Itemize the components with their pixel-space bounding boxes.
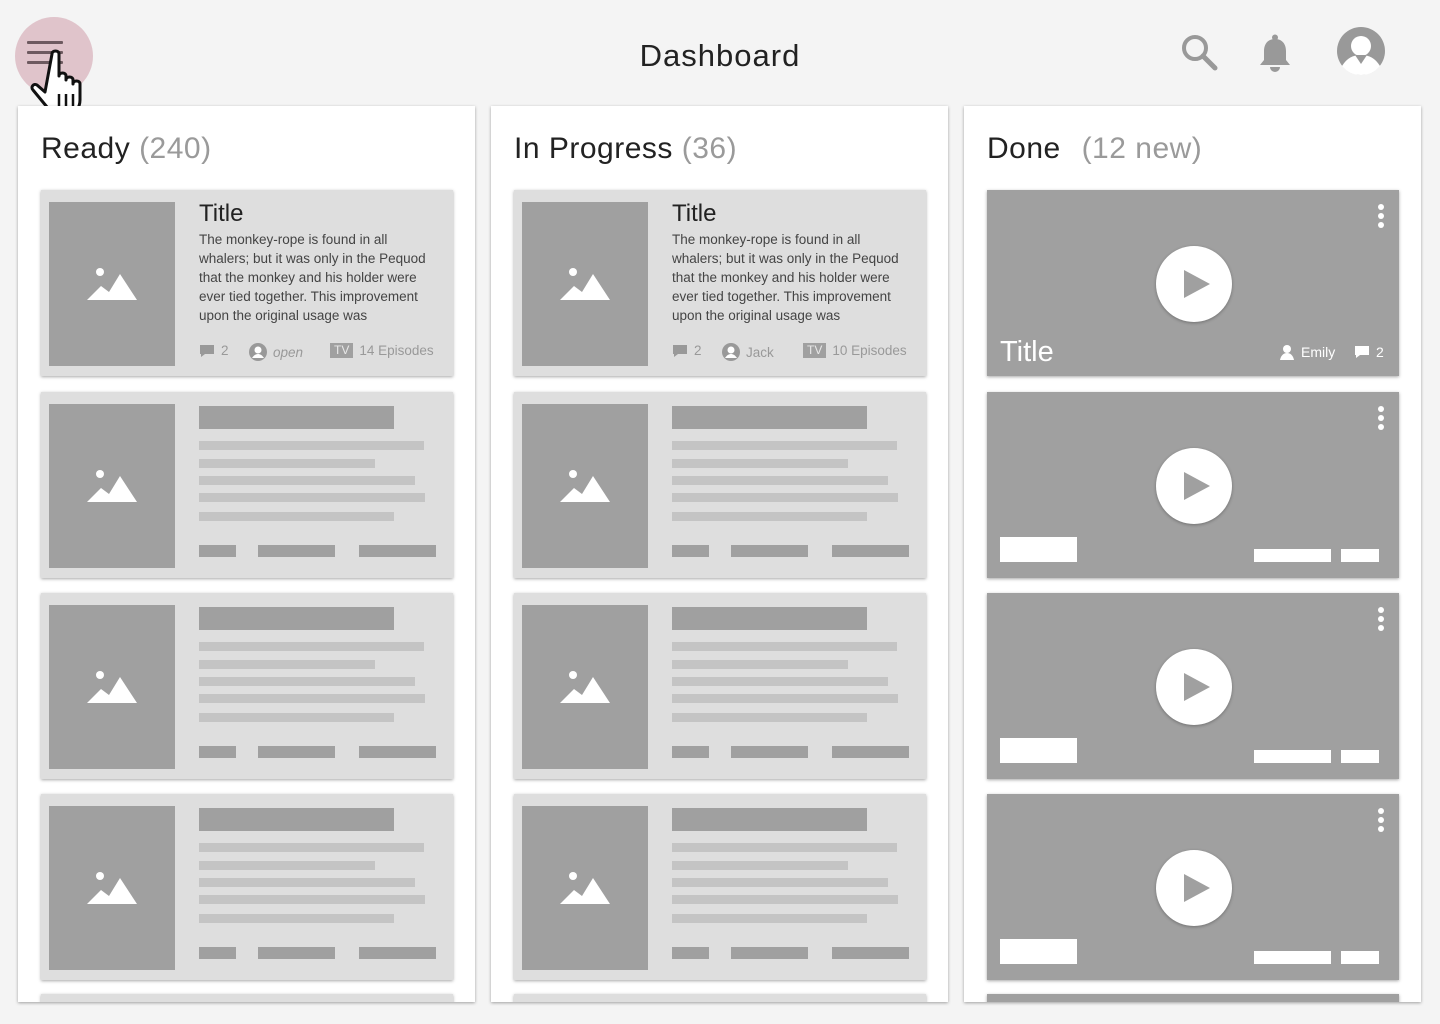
column-count: (240) [139,132,212,165]
play-button[interactable] [1156,448,1232,524]
column-ready: Ready (240) Title The monkey-rope is fou… [18,106,475,1002]
task-card-placeholder[interactable] [514,392,926,578]
comment-count: 2 [199,343,229,358]
bell-icon[interactable] [1258,34,1292,72]
video-card-partial[interactable] [987,994,1399,1002]
more-options-icon[interactable] [1378,808,1384,835]
tv-badge: TV [330,343,354,358]
comment-icon [1355,346,1369,358]
image-icon [560,470,610,502]
video-card-placeholder[interactable] [987,392,1399,578]
task-card-placeholder[interactable] [514,593,926,779]
column-count: (12 new) [1081,132,1203,165]
play-button[interactable] [1156,246,1232,322]
card-description: The monkey-rope is found in all whalers;… [199,232,426,323]
play-icon [1184,874,1210,902]
column-title-label: Done [987,132,1061,165]
more-options-icon[interactable] [1378,204,1384,231]
task-card-placeholder[interactable] [41,794,453,980]
video-card-placeholder[interactable] [987,794,1399,980]
image-placeholder [49,806,175,970]
comment-icon [673,344,687,357]
assignee: Emily [1279,344,1335,360]
assignee: open [249,343,303,361]
image-icon [87,268,137,300]
image-icon [560,671,610,703]
image-placeholder [522,605,648,769]
task-card-partial[interactable] [41,994,453,1002]
image-icon [87,470,137,502]
play-icon [1184,673,1210,701]
image-placeholder [49,404,175,568]
task-card[interactable]: Title The monkey-rope is found in all wh… [41,190,453,376]
column-done: Done (12 new) Title Emily 2 [964,106,1421,1002]
video-card-placeholder[interactable] [987,593,1399,779]
play-button[interactable] [1156,649,1232,725]
image-placeholder [49,605,175,769]
card-description: The monkey-rope is found in all whalers;… [672,232,899,323]
user-avatar-icon[interactable] [1336,26,1386,76]
task-card-placeholder[interactable] [514,794,926,980]
episode-info: TV 10 Episodes [803,343,907,358]
user-icon [249,343,267,361]
comment-count: 2 [672,343,702,358]
comment-icon [200,344,214,357]
image-icon [560,268,610,300]
user-icon [722,343,740,361]
search-icon[interactable] [1180,33,1218,71]
card-title: Title [672,200,717,227]
column-title-label: In Progress [514,132,673,165]
play-button[interactable] [1156,850,1232,926]
image-placeholder [522,806,648,970]
video-card[interactable]: Title Emily 2 [987,190,1399,376]
column-count: (36) [681,132,738,165]
image-icon [87,671,137,703]
column-title: Done (12 new) [987,132,1202,166]
column-in-progress: In Progress (36) Title The monkey-rope i… [491,106,948,1002]
comment-count: 2 [1354,344,1384,360]
play-icon [1184,472,1210,500]
card-title: Title [199,200,244,227]
task-card-partial[interactable] [514,994,926,1002]
page-title: Dashboard [639,38,801,73]
episode-info: TV 14 Episodes [330,343,434,358]
play-icon [1184,270,1210,298]
image-placeholder [49,202,175,366]
column-title: In Progress (36) [514,132,737,166]
top-bar: Dashboard [0,0,1440,116]
image-placeholder [522,404,648,568]
image-placeholder [522,202,648,366]
assignee: Jack [722,343,774,361]
task-card-placeholder[interactable] [41,392,453,578]
more-options-icon[interactable] [1378,607,1384,634]
column-title: Ready (240) [41,132,212,166]
video-title: Title [1000,336,1054,368]
tv-badge: TV [803,343,827,358]
image-icon [560,872,610,904]
user-icon [1280,345,1294,360]
column-title-label: Ready [41,132,131,165]
task-card[interactable]: Title The monkey-rope is found in all wh… [514,190,926,376]
image-icon [87,872,137,904]
task-card-placeholder[interactable] [41,593,453,779]
more-options-icon[interactable] [1378,406,1384,433]
